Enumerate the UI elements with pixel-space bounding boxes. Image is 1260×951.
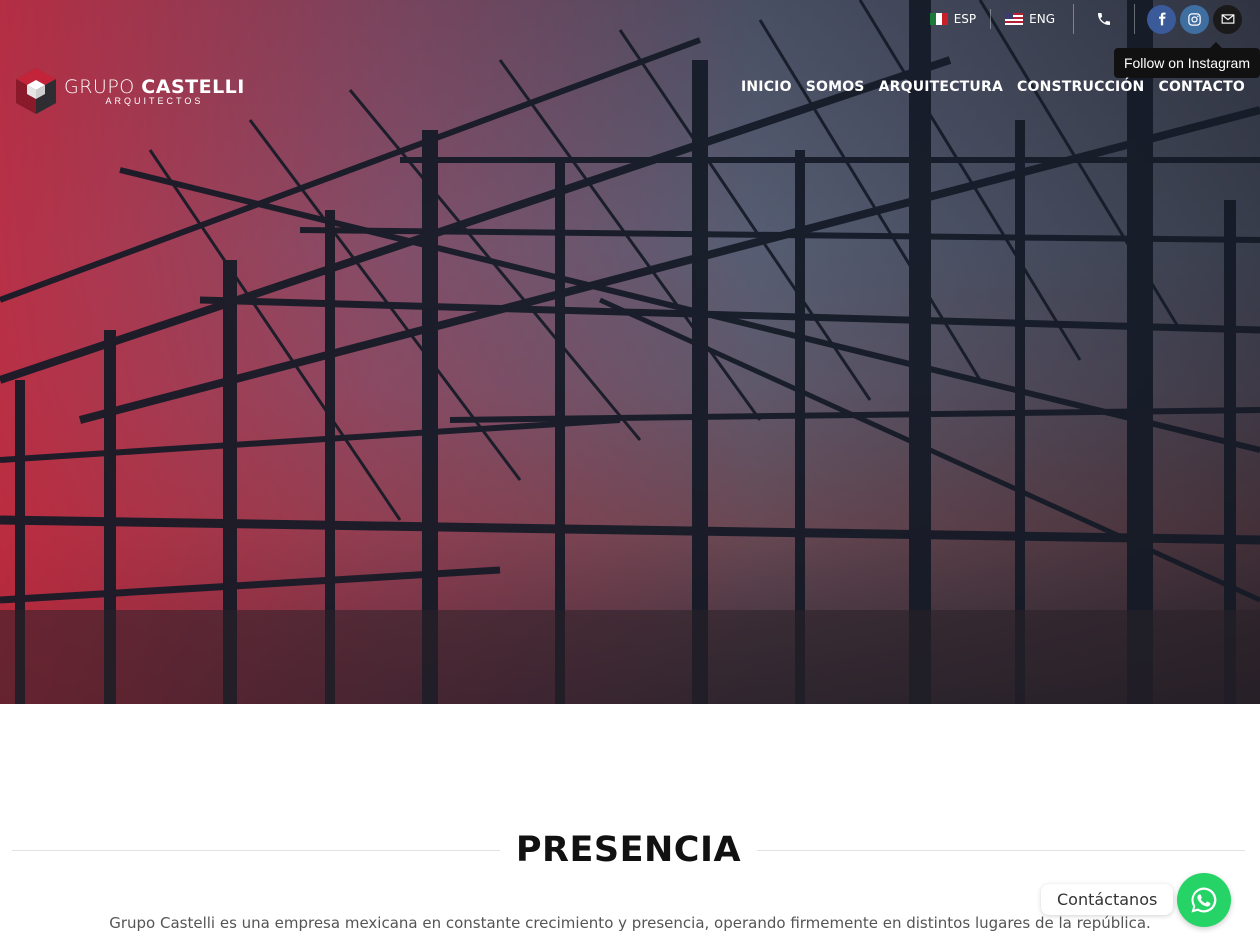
section-heading: PRESENCIA bbox=[12, 829, 1245, 871]
mexico-flag-icon bbox=[929, 13, 948, 25]
email-icon bbox=[1221, 14, 1234, 24]
facebook-button[interactable] bbox=[1147, 4, 1176, 34]
whatsapp-label[interactable]: Contáctanos bbox=[1041, 884, 1174, 915]
nav-contacto[interactable]: CONTACTO bbox=[1158, 79, 1245, 95]
language-en-label: ENG bbox=[1029, 12, 1055, 26]
logo[interactable]: GRUPO CASTELLI ARQUITECTOS bbox=[14, 66, 245, 116]
facebook-icon bbox=[1158, 12, 1165, 26]
section-intro: Grupo Castelli es una empresa mexicana e… bbox=[109, 914, 1151, 932]
instagram-icon bbox=[1188, 12, 1201, 26]
email-button[interactable] bbox=[1213, 4, 1242, 34]
nav-inicio[interactable]: INICIO bbox=[741, 79, 792, 95]
instagram-button[interactable] bbox=[1180, 4, 1209, 34]
whatsapp-button[interactable] bbox=[1177, 873, 1231, 927]
hero-banner: ESP ENG Follow on Instagram GRUPO CASTEL… bbox=[0, 0, 1260, 704]
nav-arquitectura[interactable]: ARQUITECTURA bbox=[879, 79, 1003, 95]
instagram-tooltip: Follow on Instagram bbox=[1113, 42, 1260, 78]
social-links bbox=[1139, 4, 1260, 34]
language-es[interactable]: ESP bbox=[916, 9, 990, 29]
whatsapp-icon bbox=[1191, 887, 1217, 913]
phone-icon bbox=[1098, 13, 1110, 25]
phone-button[interactable] bbox=[1078, 4, 1130, 34]
language-es-label: ESP bbox=[953, 12, 977, 26]
nav-construccion[interactable]: CONSTRUCCIÓN bbox=[1017, 79, 1144, 95]
top-bar: ESP ENG bbox=[916, 0, 1260, 38]
divider bbox=[1134, 4, 1135, 34]
language-en[interactable]: ENG bbox=[990, 9, 1069, 29]
logo-cube-icon bbox=[16, 68, 56, 114]
logo-title: GRUPO CASTELLI bbox=[64, 76, 245, 98]
logo-text: GRUPO CASTELLI ARQUITECTOS bbox=[64, 76, 245, 106]
us-flag-icon bbox=[1005, 13, 1024, 25]
divider bbox=[1073, 4, 1074, 34]
heading-line-left bbox=[12, 849, 500, 851]
main-nav: INICIO SOMOS ARQUITECTURA CONSTRUCCIÓN C… bbox=[741, 79, 1245, 95]
heading-line-right bbox=[757, 849, 1245, 851]
nav-somos[interactable]: SOMOS bbox=[806, 79, 865, 95]
section-title: PRESENCIA bbox=[515, 830, 742, 870]
